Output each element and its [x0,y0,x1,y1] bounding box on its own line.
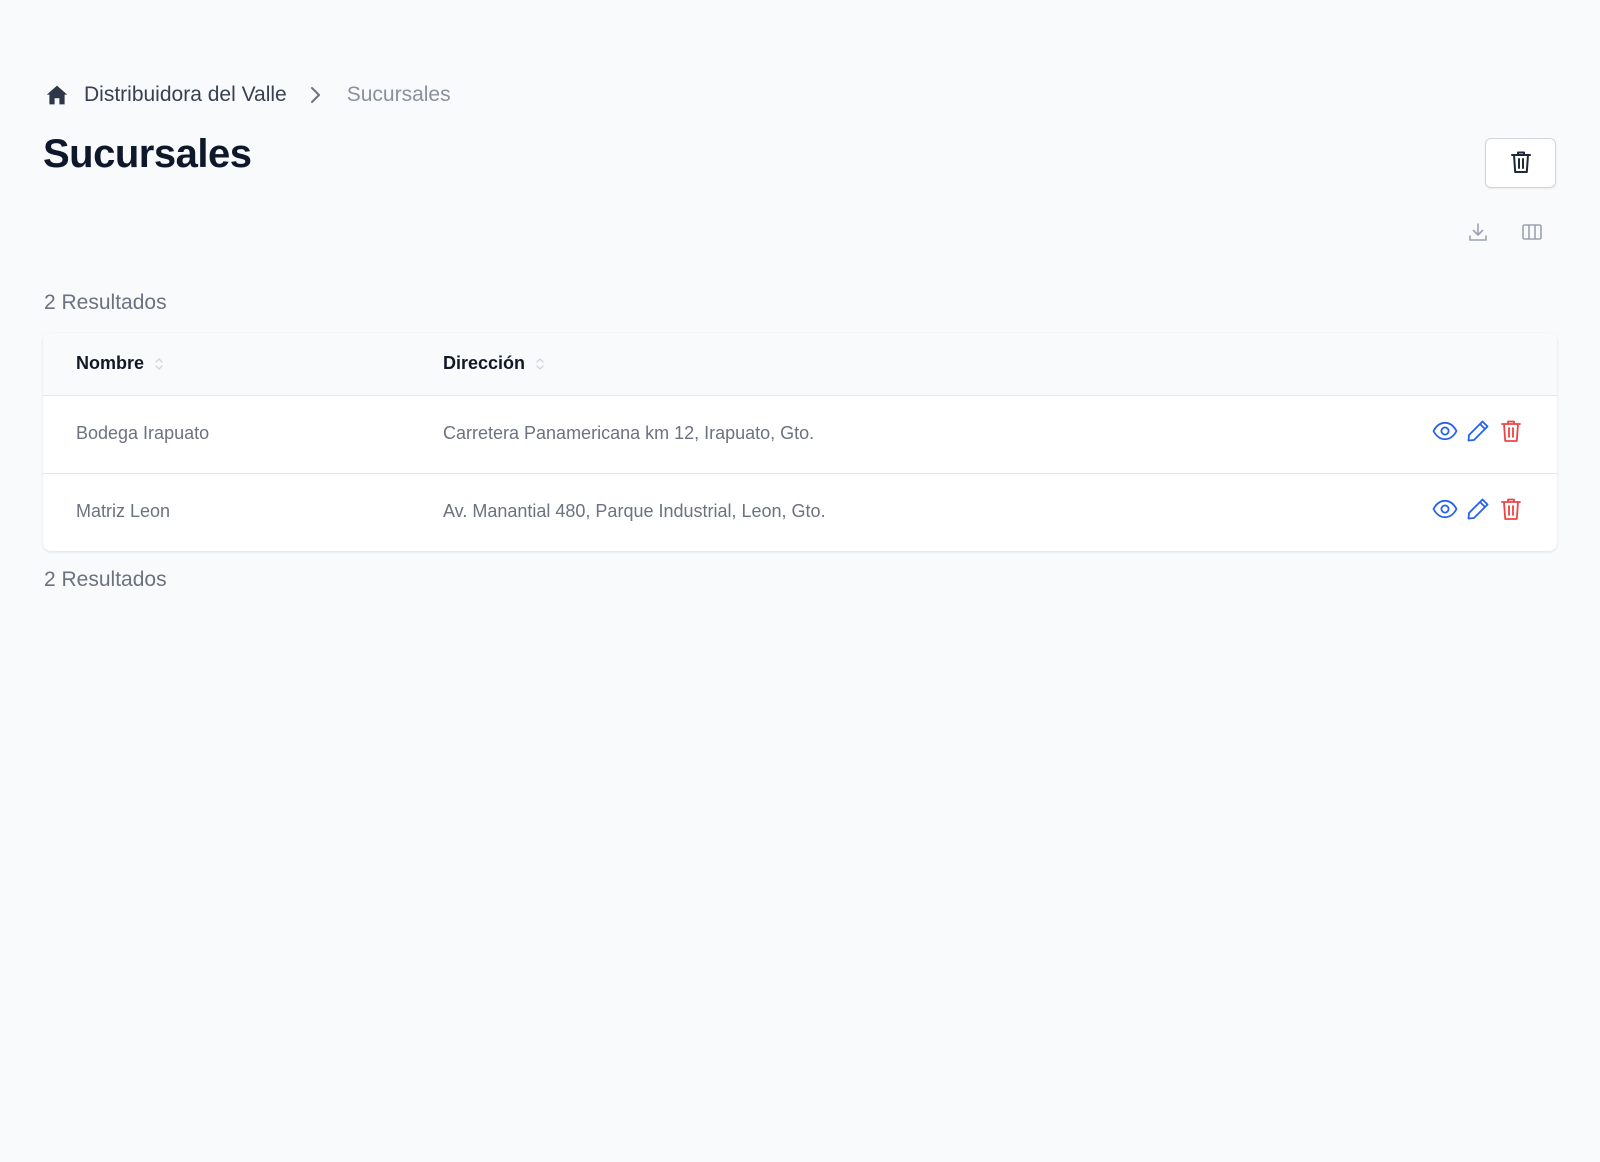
sort-icon [535,356,545,372]
breadcrumb-company-link[interactable]: Distribuidora del Valle [84,83,287,107]
eye-icon[interactable] [1432,496,1458,522]
download-icon[interactable] [1466,220,1490,244]
table-row[interactable]: Bodega Irapuato Carretera Panamericana k… [43,396,1557,474]
table-row[interactable]: Matriz Leon Av. Manantial 480, Parque In… [43,474,1557,551]
eye-icon[interactable] [1432,418,1458,444]
breadcrumb-current: Sucursales [346,83,451,106]
column-header-nombre[interactable]: Nombre [76,353,164,374]
columns-icon[interactable] [1520,220,1544,244]
table-header: Nombre Dirección [43,333,1557,396]
column-header-label: Nombre [76,353,145,373]
pencil-icon[interactable] [1465,418,1491,444]
data-table: Nombre Dirección Bodega Irapuato Carrete… [43,333,1557,551]
results-count-bottom: 2 Resultados [44,568,167,591]
cell-nombre: Matriz Leon [76,501,171,521]
cell-nombre: Bodega Irapuato [76,423,210,443]
trash-icon [1510,150,1532,177]
trash-icon[interactable] [1498,496,1524,522]
home-icon[interactable] [44,82,70,108]
trash-icon[interactable] [1498,418,1524,444]
sort-icon [154,356,164,372]
breadcrumb: Distribuidora del Valle Sucursales [44,80,451,110]
trash-button[interactable] [1485,138,1556,188]
cell-direccion: Carretera Panamericana km 12, Irapuato, … [443,423,815,443]
pencil-icon[interactable] [1465,496,1491,522]
cell-direccion: Av. Manantial 480, Parque Industrial, Le… [443,501,826,521]
table-toolbar [1466,220,1544,244]
row-actions [1432,496,1524,522]
row-actions [1432,418,1524,444]
chevron-right-icon [305,84,327,106]
page: Distribuidora del Valle Sucursales Sucur… [0,0,1600,1162]
column-header-direccion[interactable]: Dirección [443,353,545,374]
column-header-label: Dirección [443,353,526,373]
page-title: Sucursales [43,132,252,176]
results-count-top: 2 Resultados [44,291,167,314]
